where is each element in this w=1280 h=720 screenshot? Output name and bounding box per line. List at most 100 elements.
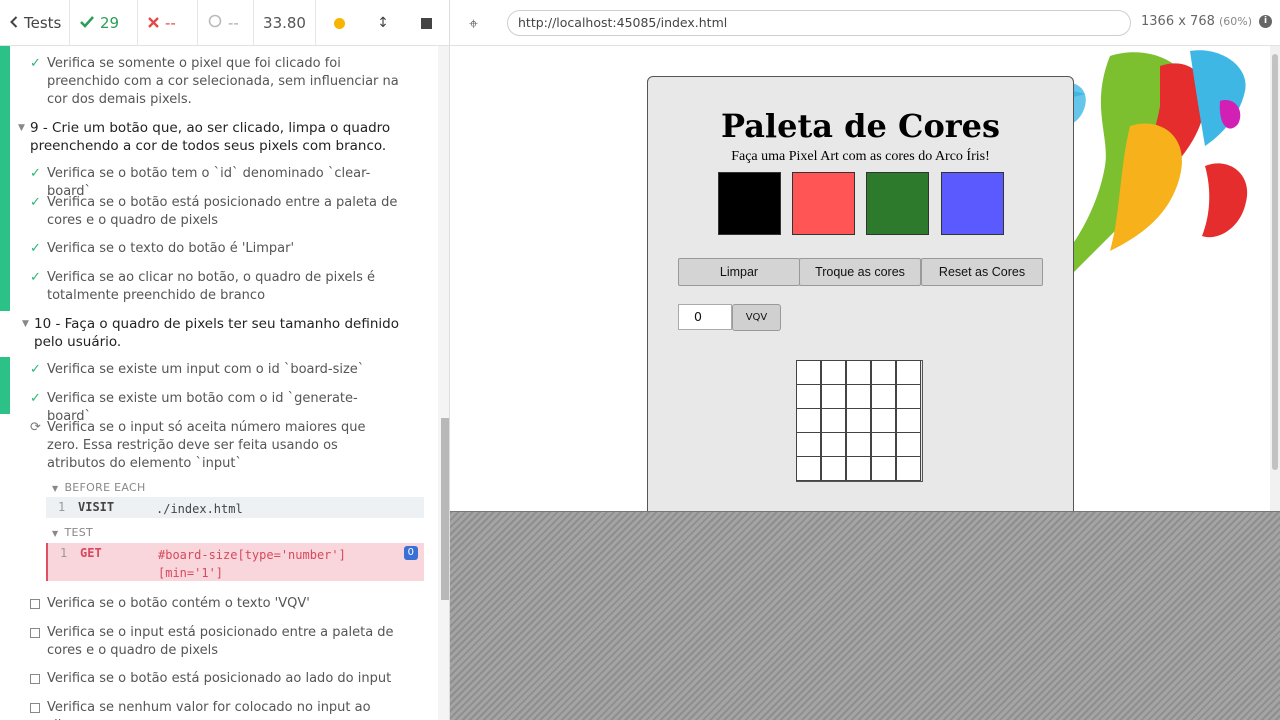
- stop-icon[interactable]: [420, 17, 432, 29]
- page-title: Paleta de Cores: [720, 107, 1001, 145]
- pixel[interactable]: [821, 456, 846, 481]
- viewport-size: 1366 x 768 (60%): [1141, 14, 1252, 29]
- test-item[interactable]: ✓ Verifica se ao clicar no botão, o quad…: [30, 269, 400, 305]
- pixel[interactable]: [821, 360, 846, 385]
- iframe-scrollbar[interactable]: [1270, 46, 1280, 511]
- info-icon[interactable]: i: [1259, 15, 1272, 28]
- check-icon: ✓: [30, 56, 41, 71]
- pixel[interactable]: [896, 384, 921, 409]
- viewport-dimensions: 1366 x 768: [1141, 14, 1215, 29]
- auto-scroll-icon[interactable]: ↕: [377, 15, 389, 31]
- pixel[interactable]: [846, 456, 871, 481]
- test-item[interactable]: Verifica se o botão contém o texto 'VQV': [30, 595, 400, 613]
- test-list-scrollbar-thumb[interactable]: [441, 418, 449, 600]
- app-container: Paleta de Cores Faça uma Pixel Art com a…: [647, 76, 1074, 511]
- running-indicator-dot: [334, 17, 345, 29]
- test-reporter-panel: Tests 29 -- -- 33.80 ↕ ✓ Verifica se som…: [0, 0, 450, 720]
- pixel[interactable]: [871, 360, 896, 385]
- test-item[interactable]: Verifica se o input está posicionado ent…: [30, 624, 400, 660]
- passed-status-bar: [0, 46, 10, 311]
- pixel[interactable]: [846, 384, 871, 409]
- pixel[interactable]: [871, 384, 896, 409]
- test-hook[interactable]: ▼ TEST: [52, 526, 93, 539]
- app-iframe: Paleta de Cores Faça uma Pixel Art com a…: [450, 46, 1280, 512]
- pixel[interactable]: [846, 360, 871, 385]
- color-swatch-blue[interactable]: [941, 172, 1004, 235]
- caret-down-icon: ▼: [52, 484, 59, 493]
- test-item-label: Verifica se o texto do botão é 'Limpar': [47, 241, 295, 256]
- test-item[interactable]: ✓ Verifica se somente o pixel que foi cl…: [30, 55, 400, 109]
- pixel[interactable]: [796, 432, 821, 457]
- pending-box-icon: [30, 670, 44, 690]
- test-item-label: Verifica se existe um input com o id `bo…: [47, 362, 365, 377]
- color-swatch-black[interactable]: [718, 172, 781, 235]
- check-icon: ✓: [30, 270, 41, 285]
- test-item-label: Verifica se o input está posicionado ent…: [47, 625, 394, 658]
- command-visit[interactable]: 1 VISIT ./index.html: [46, 497, 424, 518]
- generate-board-button[interactable]: VQV: [732, 304, 781, 331]
- command-number: 1: [60, 546, 68, 560]
- color-swatch-green[interactable]: [866, 172, 929, 235]
- test-item-label: Verifica se nenhum valor for colocado no…: [47, 700, 371, 720]
- refresh-spinner-icon: ⟳: [30, 420, 41, 435]
- color-swatch-red[interactable]: [792, 172, 855, 235]
- test-item[interactable]: ✓ Verifica se existe um input com o id `…: [30, 361, 400, 379]
- clear-board-button[interactable]: Limpar: [678, 258, 800, 286]
- pixel[interactable]: [846, 432, 871, 457]
- command-name: VISIT: [78, 500, 115, 514]
- hook-label: TEST: [64, 526, 94, 539]
- pixel[interactable]: [821, 384, 846, 409]
- pixel[interactable]: [796, 408, 821, 433]
- failed-count-value: --: [165, 14, 176, 32]
- passed-status-bar: [0, 357, 10, 414]
- pending-count: --: [198, 0, 254, 46]
- test-item-label: Verifica se o input só aceita número mai…: [47, 420, 366, 471]
- pixel[interactable]: [796, 360, 821, 385]
- before-each-hook[interactable]: ▼ BEFORE EACH: [52, 481, 146, 494]
- command-message: #board-size[type='number'][min='1']: [158, 548, 346, 580]
- pending-box-icon: [30, 699, 44, 719]
- check-icon: ✓: [30, 241, 41, 256]
- pixel[interactable]: [896, 408, 921, 433]
- board-size-input[interactable]: 0: [678, 304, 732, 330]
- pixel[interactable]: [896, 432, 921, 457]
- test-item-label: Verifica se o botão está posicionado ao …: [47, 671, 392, 686]
- pixel[interactable]: [796, 456, 821, 481]
- selector-playground-icon[interactable]: ⌖: [469, 14, 478, 34]
- pixel[interactable]: [846, 408, 871, 433]
- check-icon: ✓: [30, 391, 41, 406]
- command-get[interactable]: 1 GET #board-size[type='number'][min='1'…: [46, 543, 424, 581]
- reset-colors-button[interactable]: Reset as Cores: [921, 258, 1043, 286]
- pixel[interactable]: [821, 408, 846, 433]
- command-message: ./index.html: [156, 502, 243, 516]
- suite-9[interactable]: ▼ 9 - Crie um botão que, ao ser clicado,…: [18, 119, 408, 155]
- test-item[interactable]: Verifica se nenhum valor for colocado no…: [30, 699, 400, 720]
- check-icon: ✓: [30, 362, 41, 377]
- pixel[interactable]: [896, 456, 921, 481]
- iframe-scrollbar-thumb[interactable]: [1272, 54, 1278, 470]
- test-list-scrollbar[interactable]: [438, 46, 449, 720]
- pixel-board: [796, 360, 923, 482]
- test-item[interactable]: ✓ Verifica se o botão está posicionado e…: [30, 194, 400, 230]
- test-item[interactable]: ✓ Verifica se o texto do botão é 'Limpar…: [30, 240, 400, 258]
- pixel[interactable]: [871, 456, 896, 481]
- pixel[interactable]: [821, 432, 846, 457]
- command-number: 1: [58, 500, 66, 514]
- pixel[interactable]: [871, 408, 896, 433]
- aut-header: ⌖ http://localhost:45085/index.html 1366…: [450, 0, 1280, 46]
- url-bar[interactable]: http://localhost:45085/index.html: [507, 10, 1131, 36]
- pixel[interactable]: [796, 384, 821, 409]
- failed-count: --: [138, 0, 198, 46]
- pixel[interactable]: [871, 432, 896, 457]
- test-item[interactable]: Verifica se o botão está posicionado ao …: [30, 670, 400, 688]
- pending-circle-icon: [208, 14, 222, 32]
- suite-10[interactable]: ▼ 10 - Faça o quadro de pixels ter seu t…: [22, 315, 408, 351]
- test-list: ✓ Verifica se somente o pixel que foi cl…: [0, 46, 438, 720]
- swap-colors-button[interactable]: Troque as cores: [799, 258, 921, 286]
- pixel[interactable]: [896, 360, 921, 385]
- caret-down-icon: ▼: [22, 319, 29, 329]
- running-test-item[interactable]: ⟳ Verifica se o input só aceita número m…: [30, 419, 400, 473]
- caret-down-icon: ▼: [52, 529, 59, 538]
- tests-button[interactable]: Tests: [0, 0, 70, 46]
- chevron-left-icon: [10, 14, 18, 32]
